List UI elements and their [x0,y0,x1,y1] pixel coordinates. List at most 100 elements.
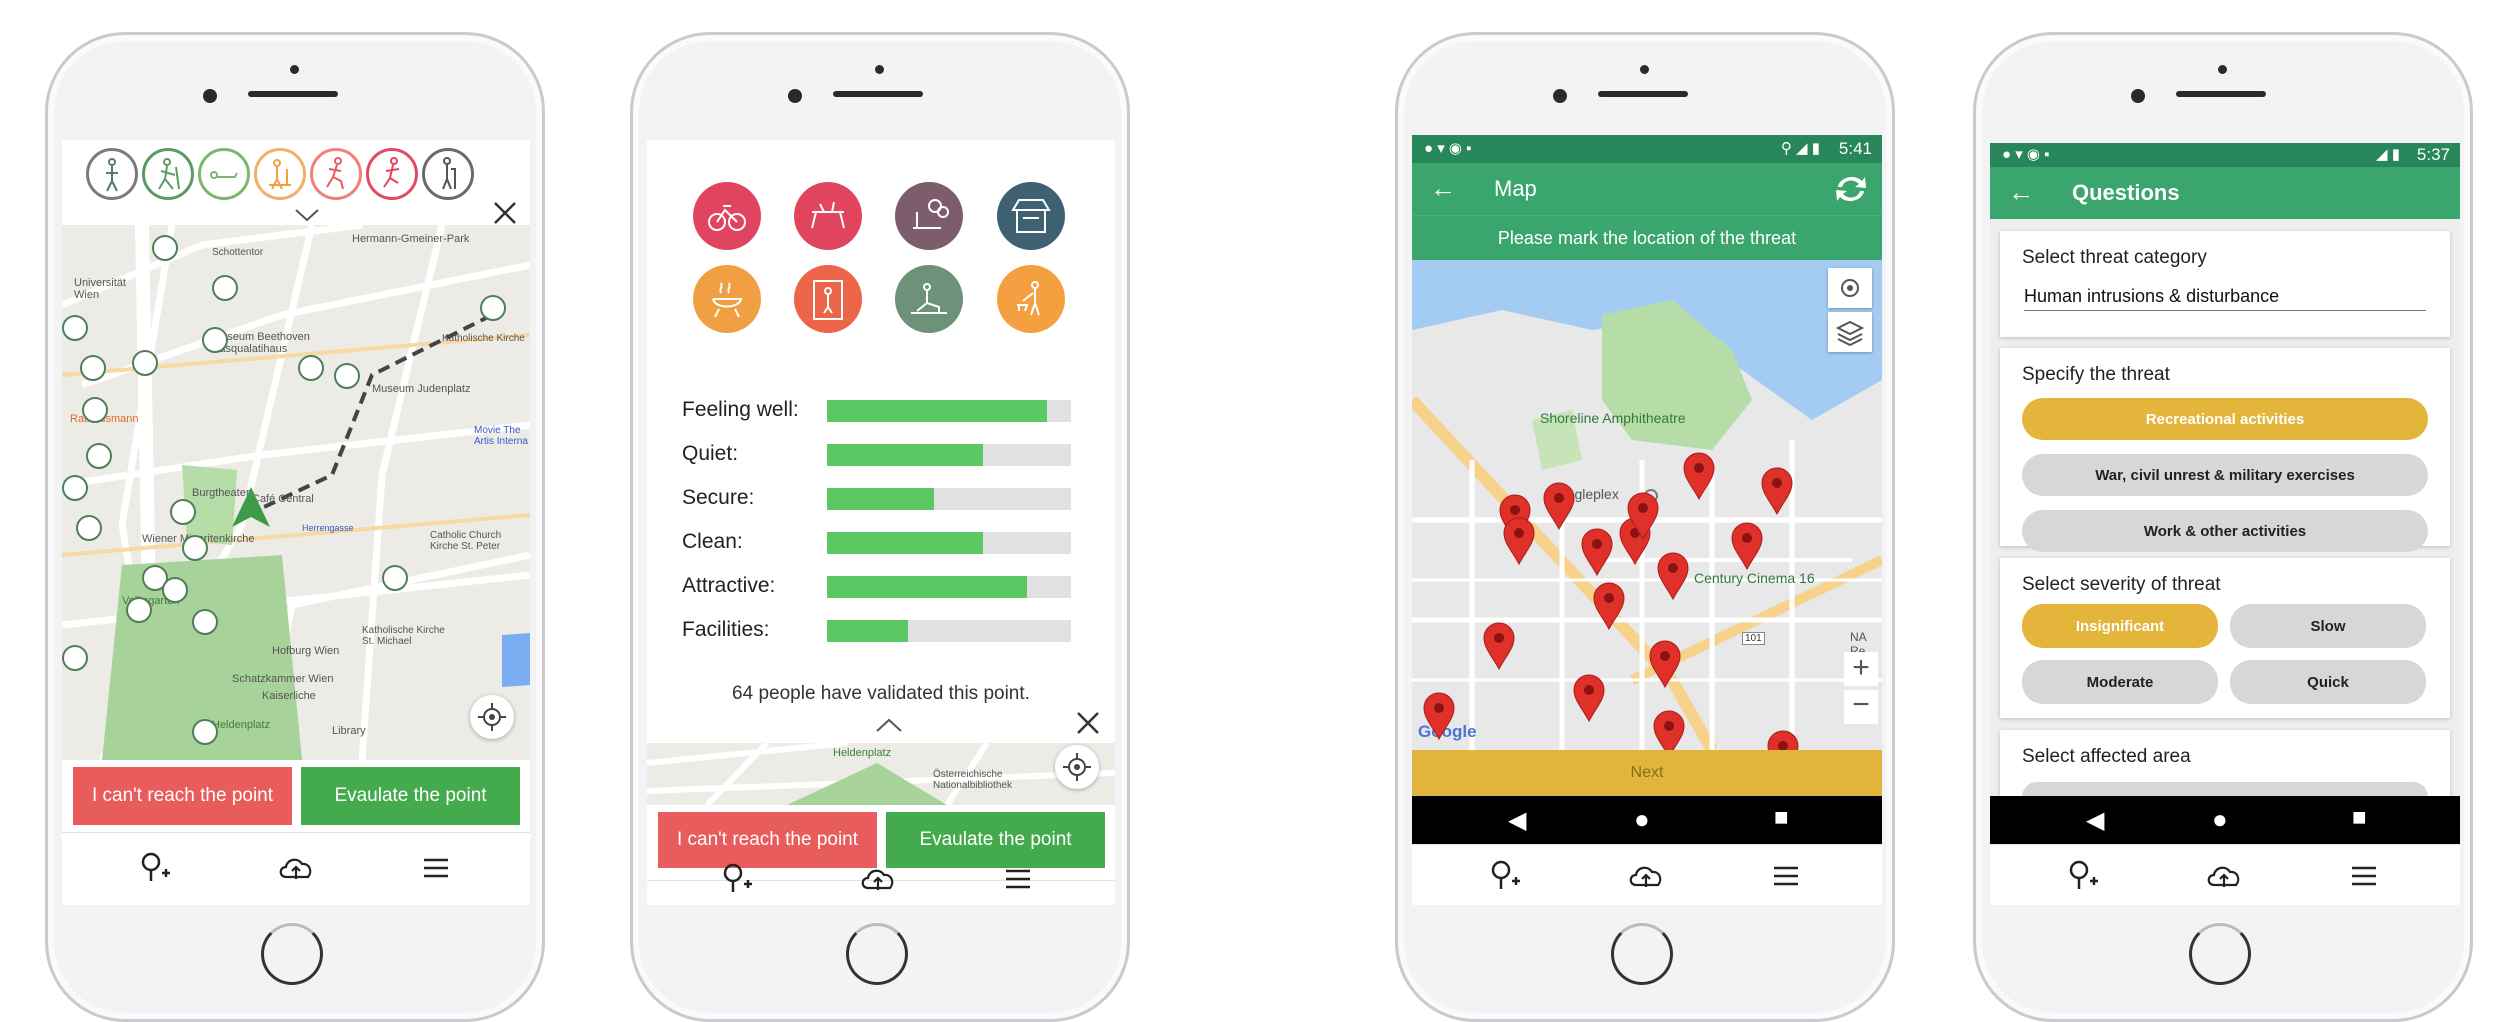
back-arrow-icon[interactable]: ← [1430,173,1456,204]
recents-square-icon[interactable]: ■ [2352,804,2367,832]
crosshair-icon [478,703,506,731]
point-marker[interactable] [212,275,238,301]
affected-option[interactable] [2022,782,2428,796]
point-marker[interactable] [82,397,108,423]
menu-icon[interactable] [416,851,456,885]
running-person-icon[interactable] [310,148,362,200]
threat-option-recreational[interactable]: Recreational activities [2022,398,2428,440]
zoom-out-button[interactable]: − [1844,690,1878,724]
point-marker[interactable] [62,475,88,501]
home-button[interactable] [261,923,323,985]
home-circle-icon[interactable]: ● [2212,804,2228,835]
threat-pin-icon[interactable] [1730,522,1764,570]
point-marker[interactable] [192,719,218,745]
threat-pin-icon[interactable] [1682,452,1716,500]
severity-slow[interactable]: Slow [2230,604,2426,648]
kiosk-icon[interactable] [997,182,1065,250]
my-location-button[interactable] [1055,745,1099,789]
cloud-upload-icon[interactable] [858,862,898,896]
home-button[interactable] [2189,923,2251,985]
picnic-icon[interactable] [794,182,862,250]
threat-option-work[interactable]: Work & other activities [2022,510,2428,552]
walking-person-icon[interactable] [86,148,138,200]
point-marker[interactable] [62,315,88,341]
lying-person-icon[interactable] [198,148,250,200]
home-button[interactable] [846,923,908,985]
back-arrow-icon[interactable]: ← [2008,177,2034,208]
add-location-icon[interactable] [718,862,758,896]
jogging-person-icon[interactable] [366,148,418,200]
chevron-up-icon[interactable] [875,717,903,733]
point-marker[interactable] [126,597,152,623]
refresh-icon[interactable] [1832,171,1870,207]
layers-button[interactable] [1828,312,1872,352]
point-marker[interactable] [152,235,178,261]
chevron-down-icon[interactable] [294,208,320,224]
point-marker[interactable] [480,295,506,321]
map-view[interactable]: Universität Wien Museum Beethoven Pasqua… [62,225,530,760]
point-marker[interactable] [192,609,218,635]
menu-icon[interactable] [998,862,1038,896]
point-marker[interactable] [86,443,112,469]
evaluate-button[interactable]: Evaulate the point [301,767,520,825]
severity-quick[interactable]: Quick [2230,660,2426,704]
hiking-person-icon[interactable] [142,148,194,200]
back-triangle-icon[interactable]: ◀ [1508,806,1526,835]
close-icon[interactable] [492,200,518,226]
rating-bar-fill [827,400,1047,422]
zoom-in-button[interactable]: + [1844,652,1878,686]
point-marker[interactable] [62,645,88,671]
severity-moderate[interactable]: Moderate [2022,660,2218,704]
cycling-icon[interactable] [693,182,761,250]
point-marker[interactable] [80,355,106,381]
cloud-upload-icon[interactable] [276,851,316,885]
threat-pin-icon[interactable] [1482,622,1516,670]
dog-walking-icon[interactable] [997,265,1065,333]
cloud-upload-icon[interactable] [1626,859,1666,893]
threat-pin-icon[interactable] [1626,492,1660,540]
toilet-icon[interactable] [794,265,862,333]
threat-pin-icon[interactable] [1580,528,1614,576]
point-marker[interactable] [334,363,360,389]
location-button[interactable] [1828,268,1872,308]
next-button[interactable]: Next [1412,750,1882,796]
recents-square-icon[interactable]: ■ [1774,804,1789,832]
threat-pin-icon[interactable] [1542,482,1576,530]
point-marker[interactable] [170,499,196,525]
threat-pin-icon[interactable] [1648,640,1682,688]
point-marker[interactable] [382,565,408,591]
threat-pin-icon[interactable] [1656,552,1690,600]
cant-reach-button[interactable]: I can't reach the point [73,767,292,825]
barbecue-icon[interactable] [693,265,761,333]
menu-icon[interactable] [2344,859,2384,893]
close-icon[interactable] [1075,710,1101,736]
menu-icon[interactable] [1766,859,1806,893]
threat-pin-icon[interactable] [1592,582,1626,630]
home-circle-icon[interactable]: ● [1634,804,1650,835]
fitness-icon[interactable] [895,265,963,333]
threat-pin-icon[interactable] [1572,674,1606,722]
my-location-button[interactable] [470,695,514,739]
point-marker[interactable] [76,515,102,541]
playground-icon[interactable] [895,182,963,250]
threat-pin-icon[interactable] [1422,692,1456,740]
threat-option-war[interactable]: War, civil unrest & military exercises [2022,454,2428,496]
home-button[interactable] [1611,923,1673,985]
add-location-icon[interactable] [2064,859,2104,893]
children-play-icon[interactable] [254,148,306,200]
add-location-icon[interactable] [1486,859,1526,893]
point-marker[interactable] [298,355,324,381]
category-dropdown[interactable]: Human intrusions & disturbance [2024,286,2426,311]
cloud-upload-icon[interactable] [2204,859,2244,893]
map-view[interactable]: Heldenplatz Österreichische Nationalbibl… [647,743,1115,805]
back-triangle-icon[interactable]: ◀ [2086,806,2104,835]
point-marker[interactable] [132,350,158,376]
elderly-person-icon[interactable] [422,148,474,200]
point-marker[interactable] [162,577,188,603]
point-marker[interactable] [202,327,228,353]
severity-insignificant[interactable]: Insignificant [2022,604,2218,648]
point-marker[interactable] [182,535,208,561]
threat-pin-icon[interactable] [1502,517,1536,565]
add-location-icon[interactable] [136,851,176,885]
threat-pin-icon[interactable] [1760,467,1794,515]
